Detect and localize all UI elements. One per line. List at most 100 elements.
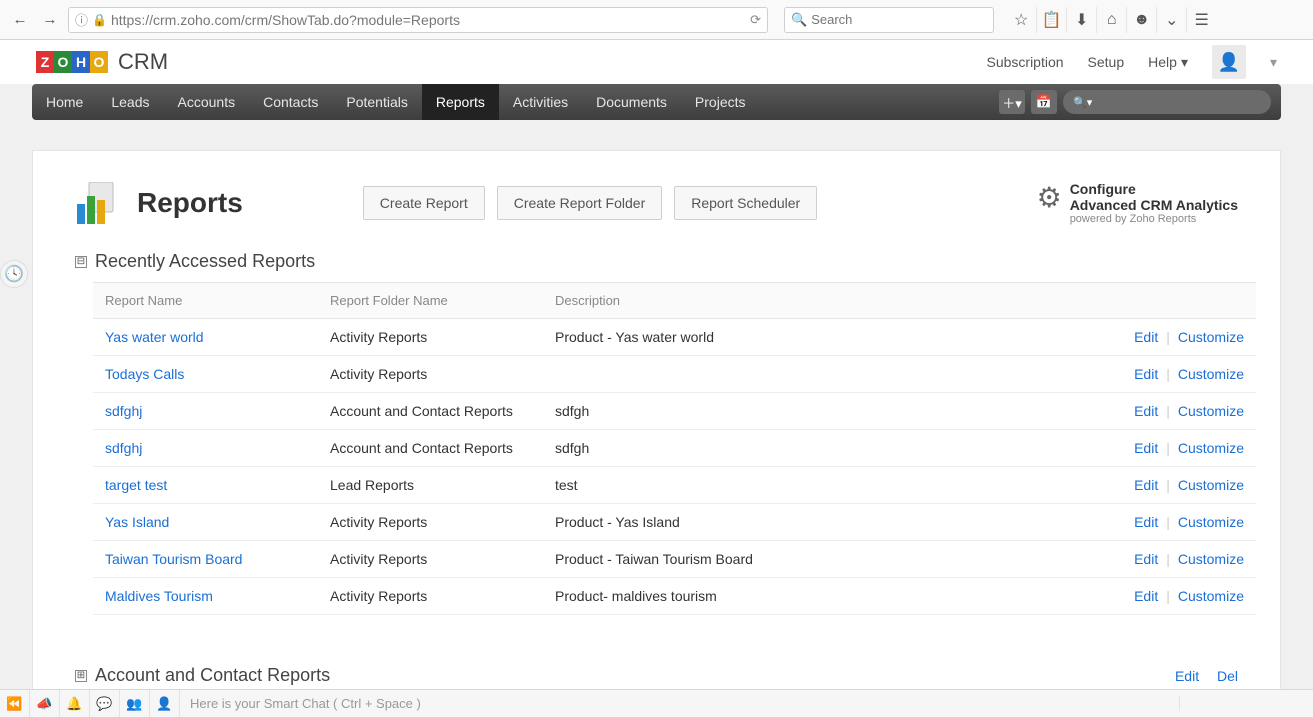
customize-link[interactable]: Customize <box>1178 329 1244 345</box>
smart-chat-input[interactable]: Here is your Smart Chat ( Ctrl + Space ) <box>180 696 1180 711</box>
tab-contacts[interactable]: Contacts <box>249 84 332 120</box>
customize-link[interactable]: Customize <box>1178 366 1244 382</box>
menu-icon[interactable]: ☰ <box>1186 7 1216 33</box>
collapse-icon[interactable]: ⊟ <box>75 256 87 268</box>
report-folder: Activity Reports <box>318 319 543 356</box>
edit-link[interactable]: Edit <box>1134 366 1158 382</box>
user-icon[interactable]: 👤 <box>150 690 180 717</box>
report-desc <box>543 356 963 393</box>
report-name-link[interactable]: Yas water world <box>93 319 318 356</box>
report-folder: Activity Reports <box>318 541 543 578</box>
activity-dock[interactable]: 🕓 <box>0 260 28 288</box>
configure-analytics[interactable]: ⚙ Configure Advanced CRM Analytics power… <box>1037 181 1238 225</box>
tab-search[interactable]: 🔍▾ <box>1063 90 1271 114</box>
home-icon[interactable]: ⌂ <box>1096 7 1126 33</box>
report-desc: Product - Yas water world <box>543 319 963 356</box>
report-desc: Product - Yas Island <box>543 504 963 541</box>
url-bar[interactable]: ⓘ 🔒 https://crm.zoho.com/crm/ShowTab.do?… <box>68 7 768 33</box>
table-row: Todays CallsActivity ReportsEdit|Customi… <box>93 356 1256 393</box>
report-folder: Activity Reports <box>318 356 543 393</box>
star-icon[interactable]: ☆ <box>1006 7 1036 33</box>
reload-icon[interactable]: ⟳ <box>750 12 761 28</box>
tab-leads[interactable]: Leads <box>97 84 163 120</box>
setup-link[interactable]: Setup <box>1088 54 1125 70</box>
browser-search[interactable]: 🔍 <box>784 7 994 33</box>
add-button[interactable]: ＋▾ <box>999 90 1025 114</box>
report-name-link[interactable]: target test <box>93 467 318 504</box>
report-scheduler-button[interactable]: Report Scheduler <box>674 186 817 220</box>
customize-link[interactable]: Customize <box>1178 403 1244 419</box>
logo[interactable]: Z O H O CRM <box>36 49 168 75</box>
col-folder-name: Report Folder Name <box>318 283 543 319</box>
table-row: sdfghjAccount and Contact ReportssdfghEd… <box>93 430 1256 467</box>
col-description: Description <box>543 283 963 319</box>
download-icon[interactable]: ⬇ <box>1066 7 1096 33</box>
megaphone-icon[interactable]: 📣 <box>30 690 60 717</box>
chat-bar: ⏪ 📣 🔔 💬 👥 👤 Here is your Smart Chat ( Ct… <box>0 689 1313 717</box>
avatar[interactable]: 👤 <box>1212 45 1246 79</box>
info-icon: ⓘ <box>75 10 88 29</box>
edit-link[interactable]: Edit <box>1134 514 1158 530</box>
calendar-button[interactable]: 📅 <box>1031 90 1057 114</box>
collapse-chat-icon[interactable]: ⏪ <box>0 690 30 717</box>
report-name-link[interactable]: Taiwan Tourism Board <box>93 541 318 578</box>
report-desc: Product - Taiwan Tourism Board <box>543 541 963 578</box>
avatar-dropdown-icon[interactable]: ▾ <box>1270 54 1277 71</box>
report-folder: Activity Reports <box>318 578 543 615</box>
report-name-link[interactable]: Todays Calls <box>93 356 318 393</box>
edit-link[interactable]: Edit <box>1134 329 1158 345</box>
chat-icon[interactable]: 💬 <box>90 690 120 717</box>
tab-potentials[interactable]: Potentials <box>332 84 421 120</box>
table-row: Taiwan Tourism BoardActivity ReportsProd… <box>93 541 1256 578</box>
section-account-contact: ⊞ Account and Contact Reports Edit Del <box>75 665 1238 686</box>
edit-link[interactable]: Edit <box>1134 403 1158 419</box>
expand-icon[interactable]: ⊞ <box>75 670 87 682</box>
face-icon[interactable]: ☻ <box>1126 7 1156 33</box>
search-icon: 🔍▾ <box>1073 96 1092 109</box>
customize-link[interactable]: Customize <box>1178 477 1244 493</box>
report-desc: sdfgh <box>543 430 963 467</box>
bell-icon[interactable]: 🔔 <box>60 690 90 717</box>
pocket-icon[interactable]: ⌄ <box>1156 7 1186 33</box>
tab-home[interactable]: Home <box>32 84 97 120</box>
forward-button[interactable]: → <box>38 8 62 32</box>
back-button[interactable]: ← <box>8 8 32 32</box>
report-name-link[interactable]: Yas Island <box>93 504 318 541</box>
edit-link[interactable]: Edit <box>1134 551 1158 567</box>
crm-logo-text: CRM <box>118 49 168 75</box>
gear-icon: ⚙ <box>1037 181 1062 225</box>
report-name-link[interactable]: sdfghj <box>93 430 318 467</box>
tab-accounts[interactable]: Accounts <box>164 84 250 120</box>
tab-projects[interactable]: Projects <box>681 84 760 120</box>
tab-activities[interactable]: Activities <box>499 84 582 120</box>
customize-link[interactable]: Customize <box>1178 588 1244 604</box>
customize-link[interactable]: Customize <box>1178 514 1244 530</box>
customize-link[interactable]: Customize <box>1178 551 1244 567</box>
edit-link[interactable]: Edit <box>1134 588 1158 604</box>
tab-reports[interactable]: Reports <box>422 84 499 120</box>
table-row: target testLead ReportstestEdit|Customiz… <box>93 467 1256 504</box>
create-report-button[interactable]: Create Report <box>363 186 485 220</box>
contacts-icon[interactable]: 👥 <box>120 690 150 717</box>
section-recent-reports: ⊟ Recently Accessed Reports Report Name … <box>75 251 1238 615</box>
browser-toolbar: ← → ⓘ 🔒 https://crm.zoho.com/crm/ShowTab… <box>0 0 1313 40</box>
clipboard-icon[interactable]: 📋 <box>1036 7 1066 33</box>
browser-search-input[interactable] <box>811 12 987 27</box>
browser-icon-strip: ☆ 📋 ⬇ ⌂ ☻ ⌄ ☰ <box>1006 7 1216 33</box>
report-name-link[interactable]: Maldives Tourism <box>93 578 318 615</box>
subscription-link[interactable]: Subscription <box>987 54 1064 70</box>
edit-link[interactable]: Edit <box>1134 477 1158 493</box>
section-del-link[interactable]: Del <box>1217 668 1238 684</box>
recent-reports-table: Report Name Report Folder Name Descripti… <box>93 282 1256 615</box>
customize-link[interactable]: Customize <box>1178 440 1244 456</box>
table-row: sdfghjAccount and Contact ReportssdfghEd… <box>93 393 1256 430</box>
help-link[interactable]: Help ▾ <box>1148 54 1188 71</box>
report-desc: test <box>543 467 963 504</box>
report-name-link[interactable]: sdfghj <box>93 393 318 430</box>
table-row: Maldives TourismActivity ReportsProduct-… <box>93 578 1256 615</box>
edit-link[interactable]: Edit <box>1134 440 1158 456</box>
section-edit-link[interactable]: Edit <box>1175 668 1199 684</box>
col-report-name: Report Name <box>93 283 318 319</box>
tab-documents[interactable]: Documents <box>582 84 681 120</box>
create-report-folder-button[interactable]: Create Report Folder <box>497 186 663 220</box>
